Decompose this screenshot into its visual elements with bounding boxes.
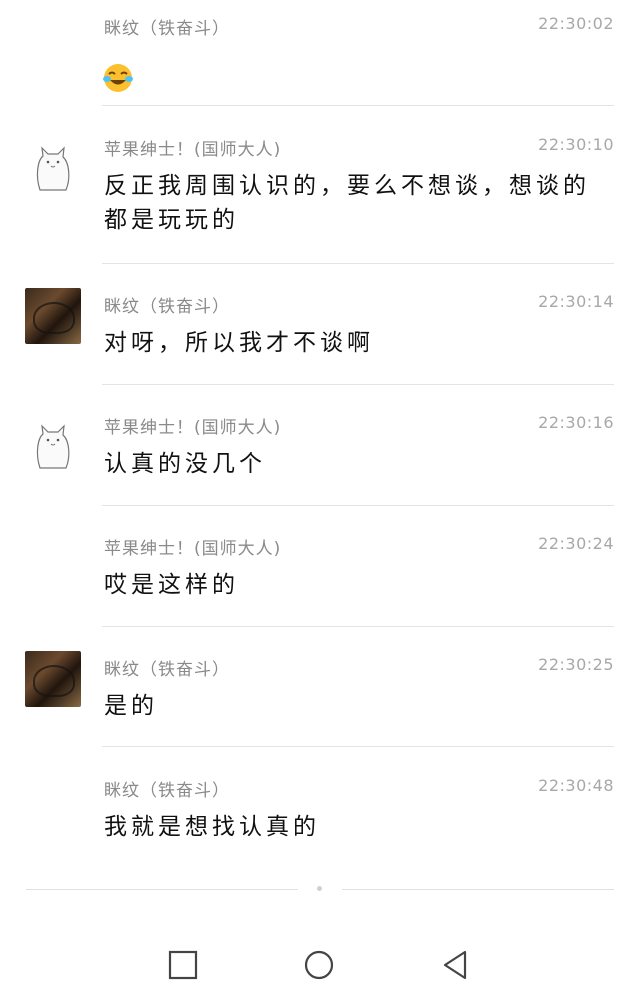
triangle-back-icon[interactable] [438,948,472,982]
navigation-bar [0,930,640,1000]
scroll-dot-icon [317,886,322,891]
message-divider [102,746,614,747]
message-text: 是的 [104,693,158,719]
message-text: 认真的没几个 [104,451,266,477]
chat-message[interactable]: 苹果绅士！(国师大人) 22:30:16 认真的没几个 [0,413,640,506]
message-time: 22:30:25 [538,655,614,674]
message-text: 哎是这样的 [104,572,239,598]
sender-name: 眯纹（铁奋斗） [104,781,230,801]
chat-message[interactable]: 眯纹（铁奋斗） 22:30:14 对呀，所以我才不谈啊 [0,288,640,385]
cat-avatar-icon[interactable] [25,140,81,196]
sender-name: 苹果绅士！(国师大人) [104,539,282,559]
sender-name: 眯纹（铁奋斗） [104,660,230,680]
message-time: 22:30:14 [538,292,614,311]
tears-of-joy-emoji-icon [103,64,133,92]
message-divider [102,384,614,385]
message-text: 反正我周围认识的，要么不想谈，想谈的都是玩玩的 [104,173,590,233]
sender-name: 苹果绅士！(国师大人) [104,140,282,160]
square-recents-icon[interactable] [166,948,200,982]
chat-message[interactable]: 苹果绅士！(国师大人) 22:30:24 哎是这样的 [0,534,640,627]
message-time: 22:30:48 [538,776,614,795]
message-text: 对呀，所以我才不谈啊 [104,330,374,356]
message-time: 22:30:10 [538,135,614,154]
message-divider [102,626,614,627]
avatar[interactable] [25,288,81,344]
circle-home-icon[interactable] [302,948,336,982]
message-time: 22:30:24 [538,534,614,553]
avatar[interactable] [25,651,81,707]
message-divider [102,505,614,506]
bottom-divider [26,889,298,890]
chat-message[interactable]: 眯纹（铁奋斗） 22:30:48 我就是想找认真的 [0,776,640,869]
chat-message[interactable]: 苹果绅士！(国师大人) 22:30:10 反正我周围认识的，要么不想谈，想谈的都… [0,135,640,264]
chat-message[interactable]: 眯纹（铁奋斗） 22:30:25 是的 [0,651,640,748]
cat-avatar-icon[interactable] [25,418,81,474]
sender-name: 眯纹（铁奋斗） [104,297,230,317]
message-time: 22:30:16 [538,413,614,432]
message-text: 我就是想找认真的 [104,814,320,840]
message-time: 22:30:02 [538,14,614,33]
sender-name: 苹果绅士！(国师大人) [104,418,282,438]
message-divider [102,263,614,264]
message-divider [102,105,614,106]
bottom-divider [342,889,614,890]
sender-name: 眯纹（铁奋斗） [104,19,230,39]
chat-message[interactable]: 眯纹（铁奋斗） 22:30:02 [0,14,640,107]
